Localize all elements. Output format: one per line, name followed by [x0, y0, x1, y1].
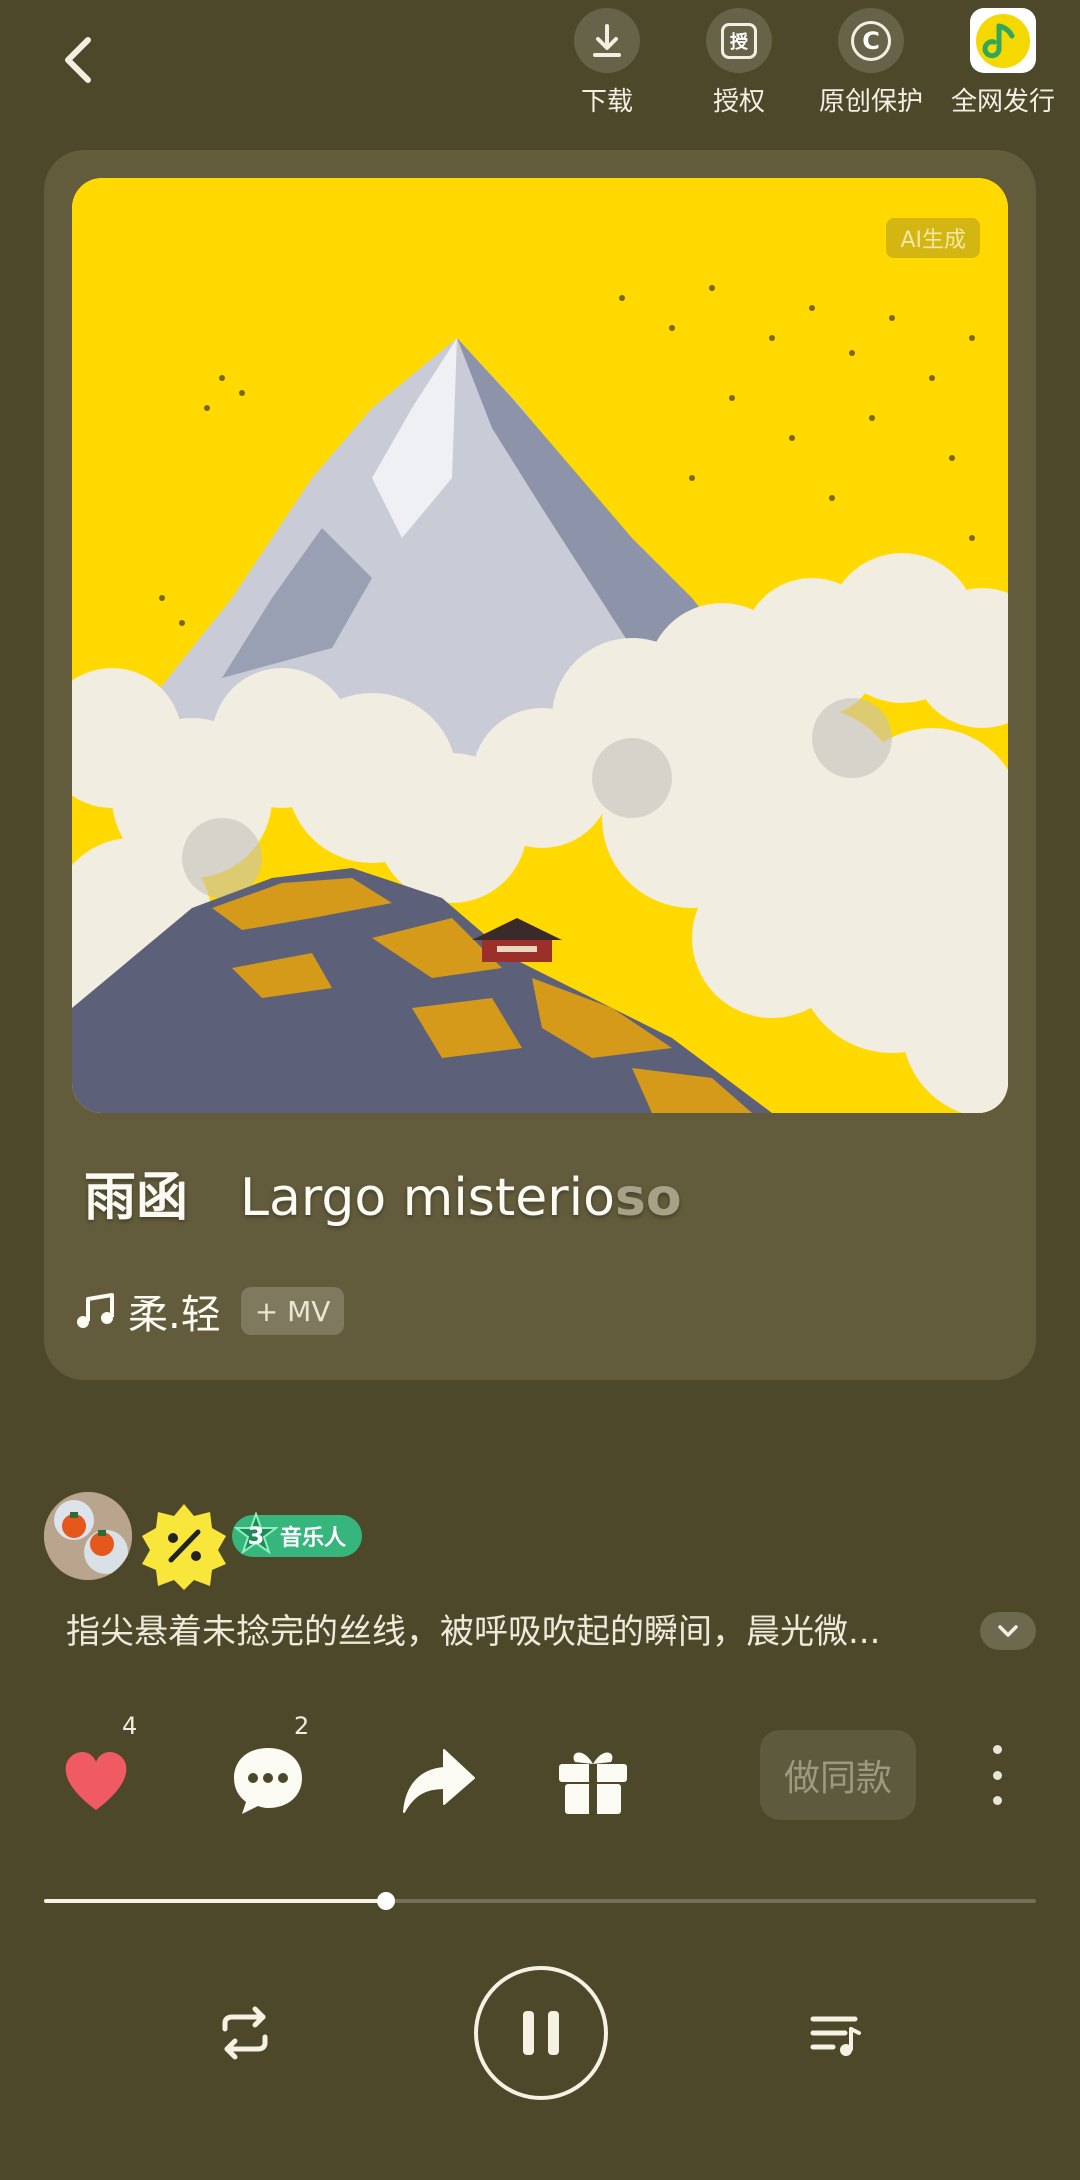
like-count: 4 [122, 1712, 138, 1740]
qq-music-icon [970, 8, 1036, 73]
back-button[interactable] [48, 30, 108, 90]
comment-count: 2 [294, 1712, 310, 1740]
license-label: 授权 [712, 87, 765, 117]
share-button[interactable] [398, 1740, 478, 1820]
chevron-left-icon [65, 37, 91, 83]
song-title: 雨函 Largo misterioso [84, 1155, 682, 1230]
share-icon [403, 1749, 475, 1813]
playlist-icon [810, 2016, 861, 2056]
comment-button[interactable]: 2 [228, 1712, 309, 1820]
copyright-label: 原创保护 [818, 87, 923, 117]
ai-generated-badge: AI生成 [886, 218, 980, 258]
chevron-down-icon [998, 1625, 1018, 1637]
download-icon [574, 8, 640, 73]
license-button[interactable]: 授 授权 [679, 8, 799, 118]
playlist-button[interactable] [800, 1998, 870, 2068]
license-glyph: 授 [721, 22, 757, 59]
creator-star-badge-icon [142, 1504, 226, 1590]
music-style-label[interactable]: 柔.轻 [128, 1282, 221, 1340]
cover-art[interactable]: AI生成 [72, 178, 1008, 1113]
mountain-illustration [72, 178, 1008, 1113]
download-label: 下载 [580, 87, 633, 117]
copyright-glyph: C [851, 20, 891, 61]
pause-button[interactable] [474, 1966, 608, 2100]
avatar[interactable] [44, 1492, 132, 1580]
song-title-en-fade: so [614, 1168, 682, 1228]
progress-thumb[interactable] [377, 1892, 396, 1910]
download-button[interactable]: 下载 [547, 8, 667, 118]
style-row: 柔.轻 + MV [74, 1282, 345, 1340]
copyright-button[interactable]: C 原创保护 [811, 8, 931, 118]
gift-icon [559, 1752, 627, 1814]
musician-level-badge[interactable]: 3 音乐人 [232, 1512, 363, 1560]
heart-icon [65, 1751, 127, 1810]
level-star-icon: 3 [234, 1512, 278, 1560]
song-title-en: Largo misterio [240, 1168, 615, 1228]
persimmon-avatar-image [44, 1492, 132, 1580]
comment-icon [234, 1748, 302, 1814]
progress-bar[interactable] [44, 1892, 1036, 1910]
level-label: 音乐人 [280, 1526, 347, 1551]
repeat-mode-button[interactable] [210, 1998, 280, 2068]
distribute-label: 全网发行 [950, 87, 1055, 117]
expand-description-button[interactable] [980, 1612, 1036, 1650]
level-number: 3 [247, 1522, 265, 1550]
copyright-icon: C [838, 8, 904, 73]
like-button[interactable]: 4 [56, 1712, 137, 1820]
repeat-icon [222, 2006, 268, 2060]
make-same-button[interactable]: 做同款 [760, 1730, 916, 1820]
license-icon: 授 [706, 8, 772, 73]
music-note-icon [77, 1293, 114, 1328]
pause-icon [523, 2011, 559, 2055]
song-description[interactable]: 指尖悬着未捻完的丝线，被呼吸吹起的瞬间，晨光微... [66, 1604, 946, 1653]
song-card: AI生成 雨函 Largo misterioso 柔.轻 + MV [44, 150, 1036, 1380]
gift-button[interactable] [553, 1740, 633, 1820]
add-mv-button[interactable]: + MV [240, 1287, 345, 1335]
more-options-icon[interactable] [980, 1745, 1014, 1805]
distribute-button[interactable]: 全网发行 [943, 8, 1063, 118]
song-title-cn: 雨函 [84, 1168, 189, 1228]
progress-fill [44, 1899, 387, 1903]
